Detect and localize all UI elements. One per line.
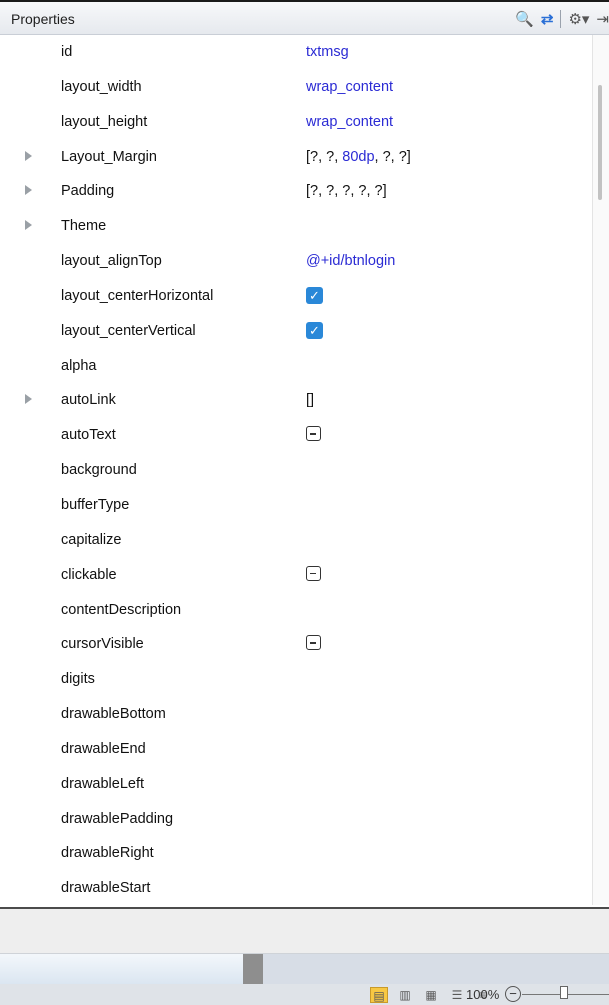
checkbox-indeterminate[interactable] xyxy=(306,635,321,651)
description-area xyxy=(0,909,609,953)
zoom-slider-thumb[interactable] xyxy=(560,986,568,999)
expand-arrow-icon[interactable] xyxy=(25,394,32,405)
property-name: Layout_Margin xyxy=(61,148,157,165)
property-row[interactable]: Theme xyxy=(0,209,592,244)
property-value-part: 80dp xyxy=(342,148,375,165)
property-value[interactable]: txtmsg xyxy=(306,44,349,60)
property-value[interactable]: [?, ?, ?, ?, ?] xyxy=(306,183,387,199)
property-name: Theme xyxy=(61,218,107,235)
property-value[interactable]: wrap_content xyxy=(306,114,393,130)
view-button[interactable]: ▥ xyxy=(396,987,414,1003)
property-name: cursorVisible xyxy=(61,636,144,653)
property-name: digits xyxy=(61,671,95,688)
view-button[interactable]: ☰ xyxy=(448,987,466,1003)
property-name: layout_centerHorizontal xyxy=(61,287,214,304)
property-row[interactable]: cursorVisible xyxy=(0,627,592,662)
property-name: drawableRight xyxy=(61,845,154,862)
property-name: id xyxy=(61,44,73,60)
property-name: layout_height xyxy=(61,113,148,130)
property-row[interactable]: drawableLeft xyxy=(0,767,592,802)
property-row[interactable]: Padding [?, ?, ?, ?, ?] xyxy=(0,174,592,209)
swap-icon[interactable]: ⇄ xyxy=(541,10,554,28)
property-name: layout_width xyxy=(61,78,142,95)
zoom-out-icon[interactable]: − xyxy=(505,986,521,1002)
vertical-scroll-thumb[interactable] xyxy=(598,85,602,200)
property-name: drawableStart xyxy=(61,880,151,897)
property-name: bufferType xyxy=(61,496,130,513)
pin-icon[interactable]: ⇥ xyxy=(596,10,609,28)
status-bar: ▤ ▥ ▦ ☰ ≡ 100% − xyxy=(0,984,609,1005)
property-name: drawableEnd xyxy=(61,740,146,757)
property-row[interactable]: layout_centerVertical ✓ xyxy=(0,314,592,349)
property-row[interactable]: drawableRight xyxy=(0,836,592,871)
property-name: clickable xyxy=(61,566,117,583)
property-row[interactable]: drawableEnd xyxy=(0,732,592,767)
zoom-label: 100% xyxy=(466,987,500,1002)
panel-title: Properties xyxy=(11,11,75,27)
property-row[interactable]: contentDescription xyxy=(0,593,592,628)
property-name: capitalize xyxy=(61,531,122,548)
property-row[interactable]: layout_width wrap_content xyxy=(0,70,592,105)
checkbox-indeterminate[interactable] xyxy=(306,426,321,442)
property-row[interactable]: capitalize xyxy=(0,523,592,558)
expand-arrow-icon[interactable] xyxy=(25,220,32,231)
property-name: drawablePadding xyxy=(61,810,174,827)
property-row[interactable]: drawableBottom xyxy=(0,697,592,732)
property-value[interactable]: [] xyxy=(306,392,314,408)
property-row[interactable]: alpha xyxy=(0,349,592,384)
property-row[interactable]: id txtmsg xyxy=(0,35,592,70)
horizontal-scroll-thumb[interactable] xyxy=(243,954,263,984)
header-toolbar: 🔍 ⇄ ⚙▾ ⇥ xyxy=(508,8,609,30)
property-row[interactable]: layout_height wrap_content xyxy=(0,105,592,140)
expand-arrow-icon[interactable] xyxy=(25,150,32,161)
property-name: autoLink xyxy=(61,392,116,409)
property-row[interactable]: digits xyxy=(0,662,592,697)
property-row[interactable]: drawableStart xyxy=(0,871,592,905)
checkbox-checked[interactable]: ✓ xyxy=(306,321,323,339)
property-row[interactable]: layout_alignTop @+id/btnlogin xyxy=(0,244,592,279)
property-name: drawableLeft xyxy=(61,775,145,792)
property-value-part: [?, ?, xyxy=(306,148,343,165)
checkbox-indeterminate[interactable] xyxy=(306,565,321,581)
properties-header: Properties 🔍 ⇄ ⚙▾ ⇥ xyxy=(0,0,609,35)
property-row[interactable]: layout_centerHorizontal ✓ xyxy=(0,279,592,314)
property-row[interactable]: drawablePadding xyxy=(0,802,592,837)
expand-arrow-icon[interactable] xyxy=(25,185,32,196)
property-row[interactable]: bufferType xyxy=(0,488,592,523)
property-row[interactable]: clickable xyxy=(0,558,592,593)
property-name: contentDescription xyxy=(61,601,182,618)
search-icon[interactable]: 🔍 xyxy=(515,10,534,28)
property-name: layout_centerVertical xyxy=(61,322,196,339)
property-value[interactable]: [?, ?, 80dp, ?, ?] xyxy=(306,149,411,165)
property-value[interactable]: @+id/btnlogin xyxy=(306,253,395,269)
view-button[interactable]: ▤ xyxy=(370,986,388,1003)
horizontal-scroll-track[interactable] xyxy=(263,954,609,984)
toolbar-separator xyxy=(560,10,562,28)
property-row[interactable]: autoText xyxy=(0,418,592,453)
property-value-part: , ?, ?] xyxy=(374,148,411,165)
gear-icon[interactable]: ⚙▾ xyxy=(568,10,589,28)
property-row[interactable]: background xyxy=(0,453,592,488)
property-name: alpha xyxy=(61,357,97,374)
view-button[interactable]: ▦ xyxy=(422,987,440,1003)
property-value[interactable]: wrap_content xyxy=(306,79,393,95)
checkbox-checked[interactable]: ✓ xyxy=(306,286,323,304)
property-row[interactable]: Layout_Margin [?, ?, 80dp, ?, ?] xyxy=(0,140,592,175)
property-name: Padding xyxy=(61,183,115,200)
property-row[interactable]: autoLink [] xyxy=(0,383,592,418)
property-name: autoText xyxy=(61,427,116,444)
property-grid: id txtmsg layout_width wrap_content layout_h… xyxy=(0,35,592,905)
property-name: drawableBottom xyxy=(61,706,166,723)
property-name: layout_alignTop xyxy=(61,253,162,270)
vertical-scrollbar[interactable] xyxy=(592,35,609,905)
property-name: background xyxy=(61,462,137,479)
